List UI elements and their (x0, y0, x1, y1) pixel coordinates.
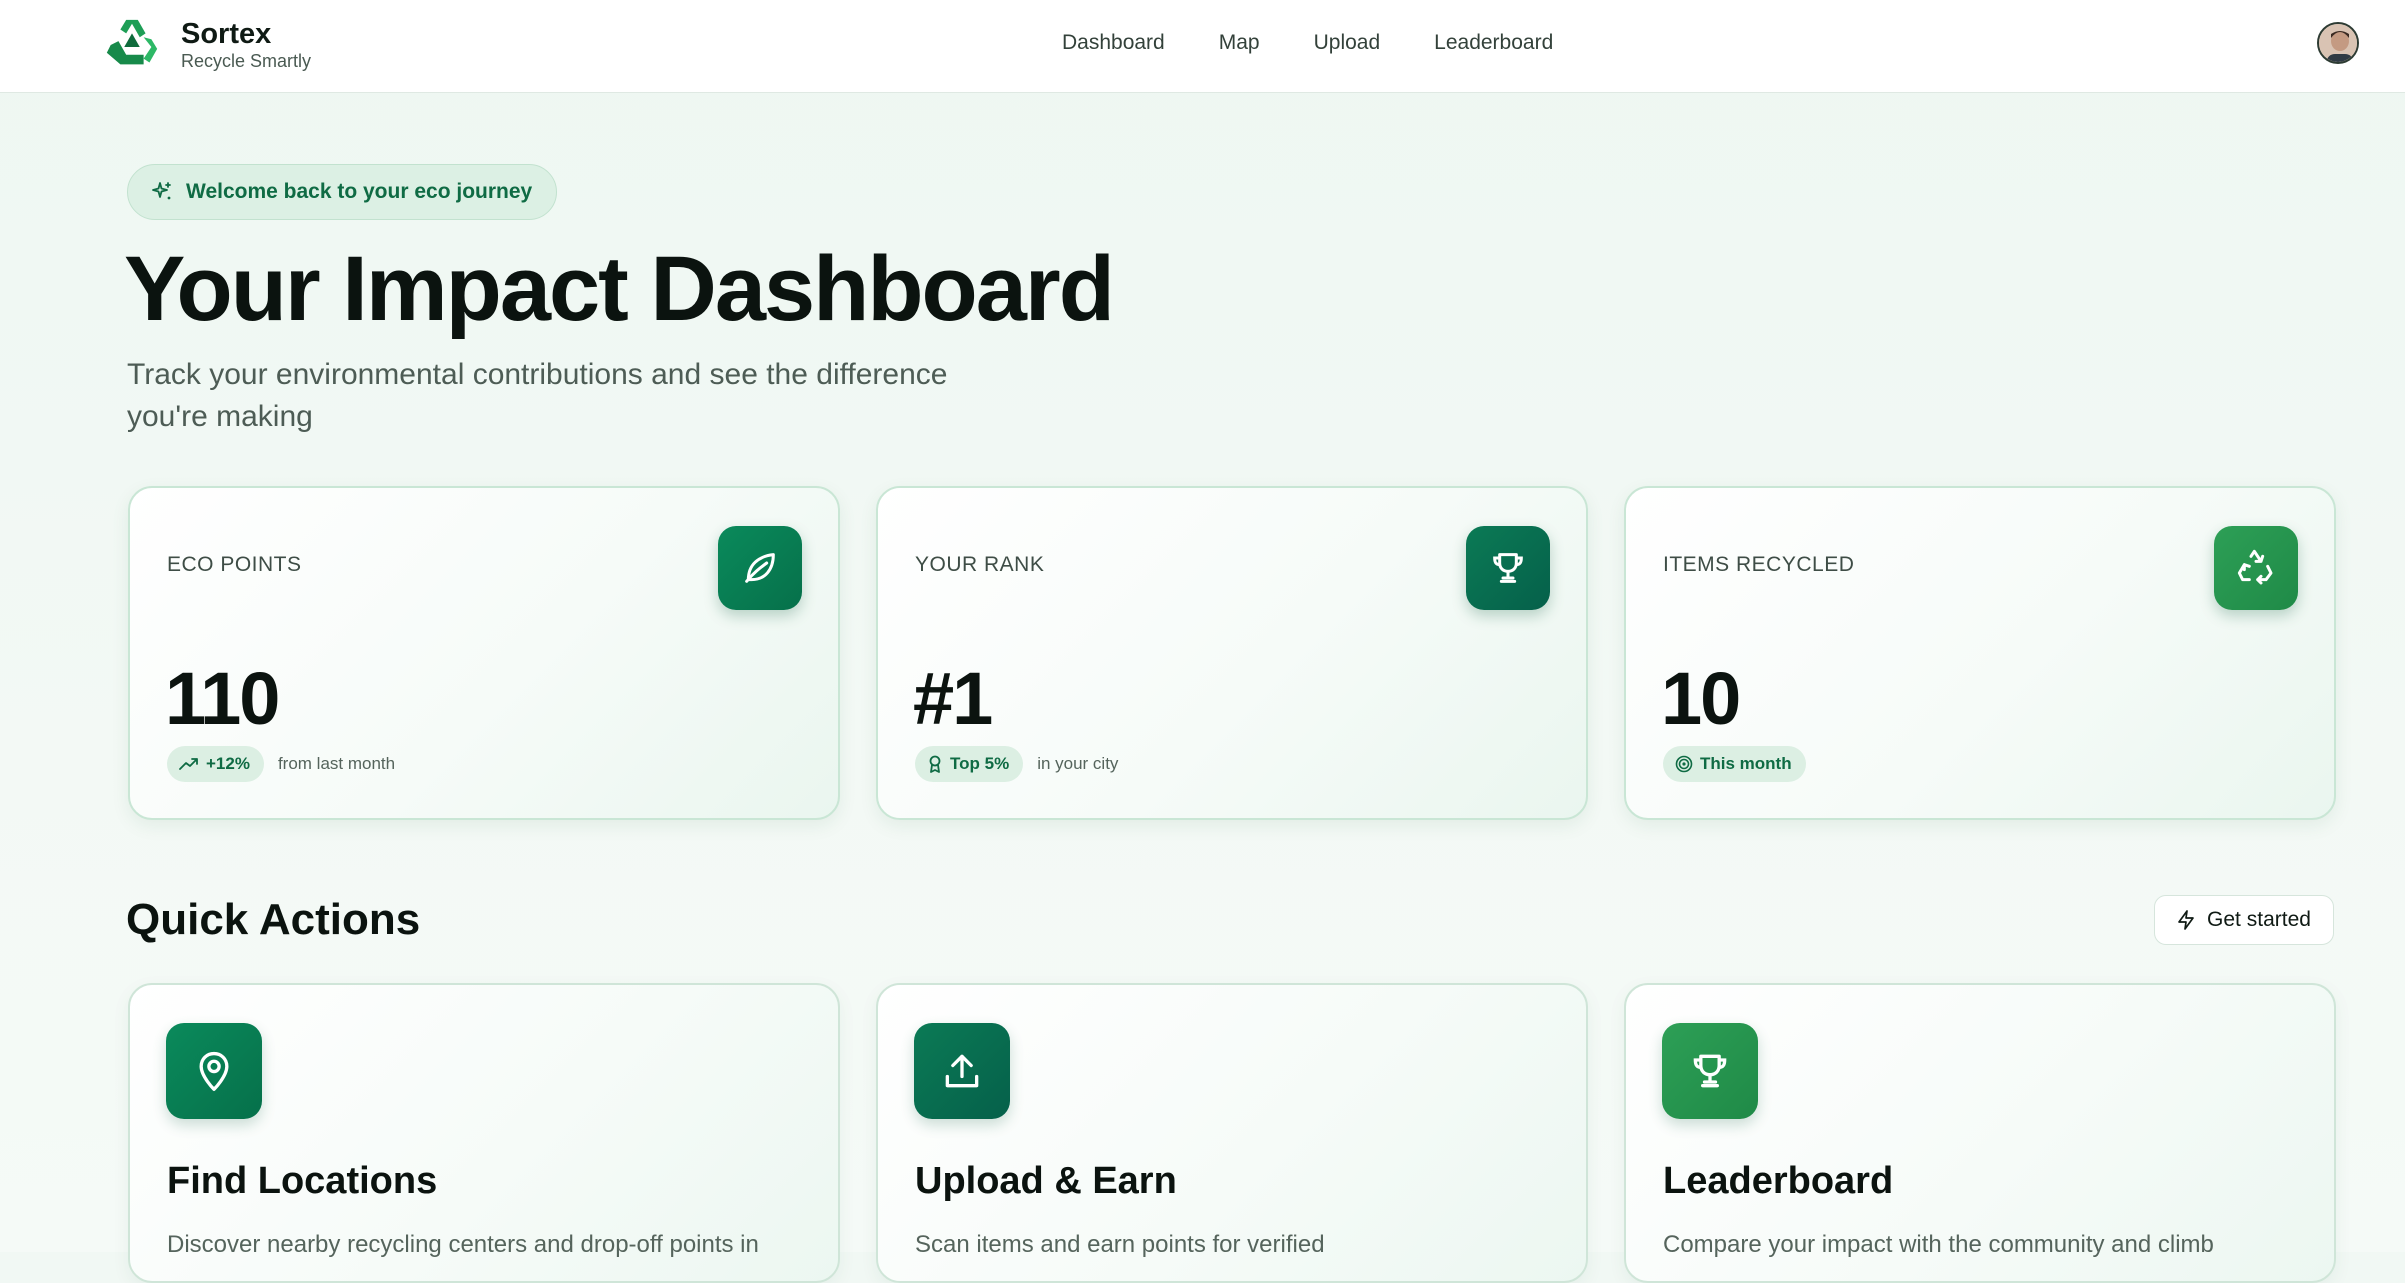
avatar-image (2319, 24, 2357, 62)
action-card-find-locations[interactable]: Find Locations Discover nearby recycling… (128, 983, 840, 1283)
action-card-leaderboard[interactable]: Leaderboard Compare your impact with the… (1624, 983, 2336, 1283)
brand-name: Sortex (181, 18, 272, 50)
action-icon-box (914, 1023, 1010, 1119)
leaf-icon (745, 553, 775, 583)
subtitle-line-1: Track your environmental contributions a… (127, 358, 948, 391)
stat-value: 10 (1661, 657, 1741, 740)
get-started-button[interactable]: Get started (2154, 895, 2334, 945)
trend-badge: +12% (167, 746, 264, 782)
nav-upload[interactable]: Upload (1314, 28, 1381, 58)
stat-card-items-recycled: ITEMS RECYCLED 10 This month (1624, 486, 2336, 820)
rank-badge: Top 5% (915, 746, 1024, 782)
target-icon (1675, 755, 1693, 773)
trophy-icon (1693, 1054, 1727, 1088)
stat-label: ECO POINTS (167, 553, 302, 576)
map-pin-icon (199, 1051, 229, 1091)
nav-leaderboard[interactable]: Leaderboard (1434, 28, 1553, 58)
sparkles-icon (152, 182, 171, 200)
period-badge: This month (1663, 746, 1806, 782)
stat-label: ITEMS RECYCLED (1663, 553, 1855, 576)
stat-label: YOUR RANK (915, 553, 1045, 576)
badge-text: Top 5% (950, 754, 1010, 773)
get-started-label: Get started (2207, 908, 2311, 931)
quick-actions-title: Quick Actions (126, 895, 421, 944)
zap-icon (2178, 910, 2194, 930)
upload-icon (945, 1054, 979, 1088)
nav-dashboard[interactable]: Dashboard (1062, 28, 1165, 58)
stat-value: 110 (165, 657, 280, 740)
welcome-pill: Welcome back to your eco journey (127, 164, 558, 220)
brand[interactable]: Sortex Recycle Smartly (101, 14, 311, 76)
stat-note: in your city (1037, 754, 1119, 773)
main-nav: Dashboard Map Upload Leaderboard (1062, 28, 1607, 58)
action-description: Compare your impact with the community a… (1663, 1231, 2214, 1258)
action-icon-box (166, 1023, 262, 1119)
stat-icon-box (718, 526, 802, 610)
action-icon-box (1662, 1023, 1758, 1119)
action-description: Scan items and earn points for verified (915, 1231, 1325, 1258)
stat-footer: Top 5% in your city (915, 746, 1118, 782)
recycle-logo-icon (106, 19, 158, 65)
stat-icon-box (2214, 526, 2298, 610)
award-icon (929, 755, 941, 773)
brand-tagline: Recycle Smartly (181, 51, 312, 71)
stat-footer: +12% from last month (167, 746, 395, 782)
action-title: Leaderboard (1663, 1160, 1894, 1202)
page-subtitle: Track your environmental contributions a… (127, 354, 1027, 438)
trending-up-icon (179, 758, 198, 770)
badge-text: +12% (206, 754, 250, 773)
action-description: Discover nearby recycling centers and dr… (167, 1231, 759, 1258)
subtitle-line-2: you're making (127, 400, 313, 433)
welcome-text: Welcome back to your eco journey (186, 180, 533, 203)
trophy-icon (1493, 553, 1523, 583)
stat-value: #1 (913, 657, 993, 740)
action-card-upload-earn[interactable]: Upload & Earn Scan items and earn points… (876, 983, 1588, 1283)
page-title: Your Impact Dashboard (124, 238, 1115, 340)
stat-card-rank: YOUR RANK #1 Top 5% in your city (876, 486, 1588, 820)
user-avatar[interactable] (2317, 22, 2359, 64)
stat-icon-box (1466, 526, 1550, 610)
stat-card-eco-points: ECO POINTS 110 +12% from last month (128, 486, 840, 820)
stat-footer: This month (1663, 746, 1806, 782)
top-header: Sortex Recycle Smartly Dashboard Map Upl… (0, 0, 2405, 93)
nav-map[interactable]: Map (1219, 28, 1260, 58)
stat-note: from last month (277, 754, 396, 773)
action-title: Upload & Earn (915, 1160, 1177, 1202)
action-title: Find Locations (167, 1160, 438, 1202)
recycle-icon (2237, 549, 2273, 585)
badge-text: This month (1700, 754, 1792, 773)
